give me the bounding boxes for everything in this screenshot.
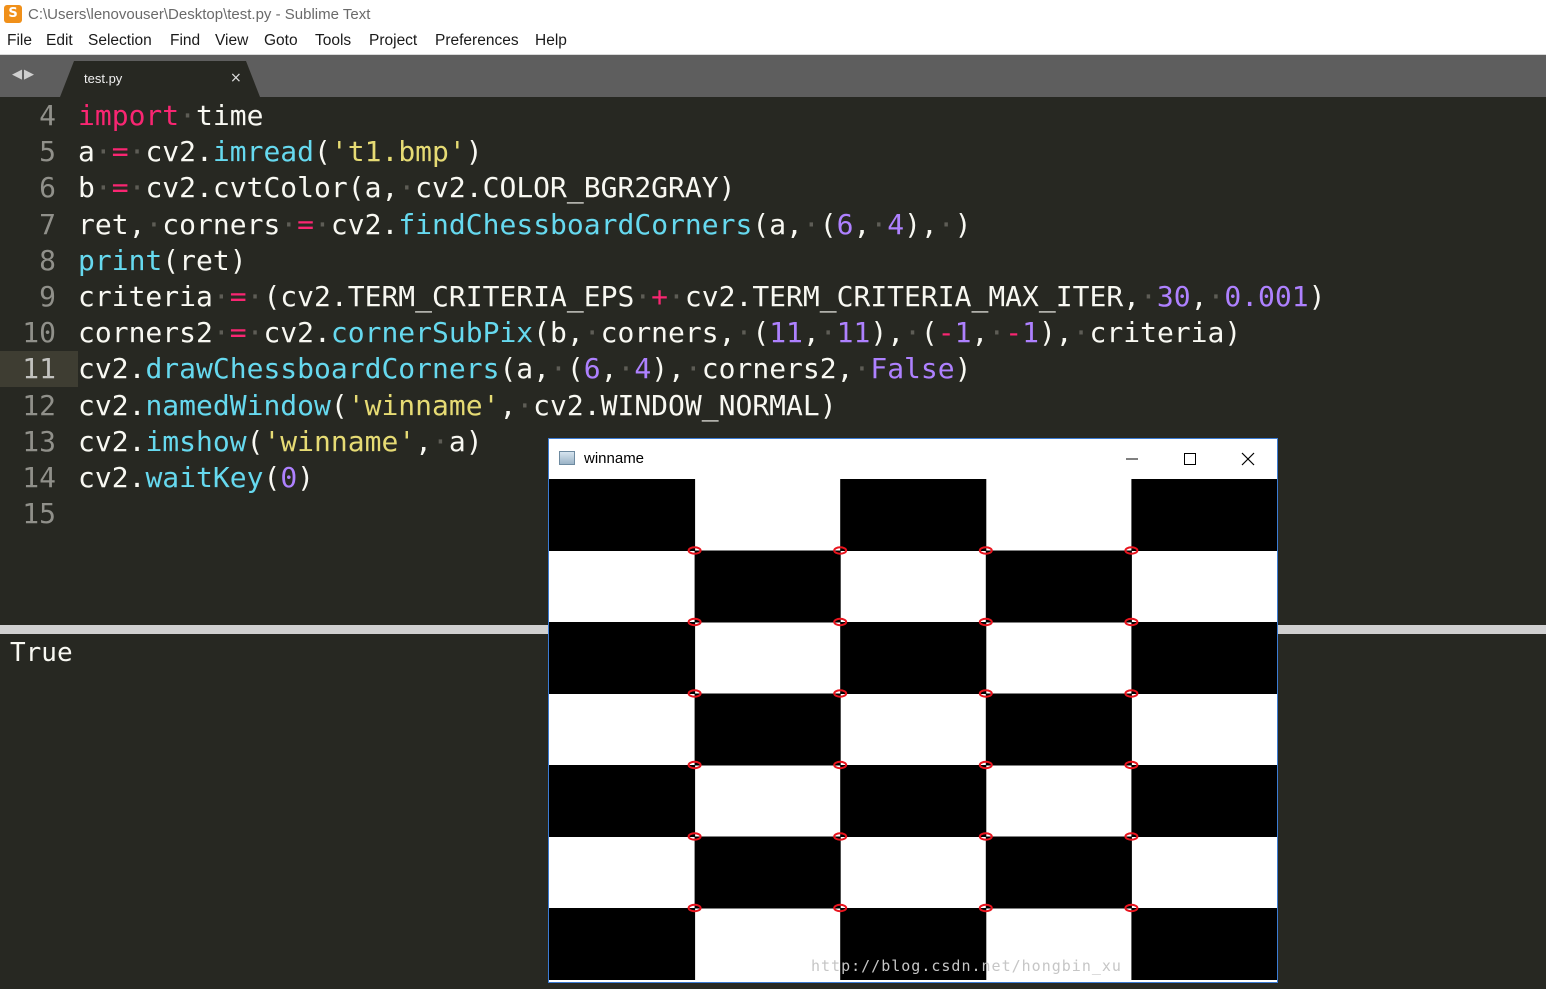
menu-preferences[interactable]: Preferences	[435, 32, 519, 50]
board-square	[1131, 622, 1277, 694]
line-number: 6	[39, 171, 56, 205]
menu-find[interactable]: Find	[170, 32, 200, 50]
menu-edit[interactable]: Edit	[46, 32, 73, 50]
line-number: 10	[22, 316, 56, 350]
line-number: 8	[39, 243, 56, 277]
code-line[interactable]: corners2·=·cv2.cornerSubPix(b,·corners,·…	[78, 315, 1546, 351]
maximize-icon	[1184, 453, 1196, 465]
menu-project[interactable]: Project	[369, 32, 417, 50]
menu-tools[interactable]: Tools	[315, 32, 351, 50]
line-number: 4	[39, 99, 56, 132]
tab-test-py[interactable]: test.py ×	[60, 61, 260, 97]
code-line[interactable]: ret,·corners·=·cv2.findChessboardCorners…	[78, 207, 1546, 243]
tab-close-icon[interactable]: ×	[230, 70, 242, 86]
tab-nav-arrows-icon[interactable]: ◀▶	[12, 67, 36, 82]
board-square	[1131, 479, 1277, 551]
tab-label: test.py	[84, 71, 123, 86]
code-line[interactable]: criteria·=·(cv2.TERM_CRITERIA_EPS·+·cv2.…	[78, 279, 1546, 315]
chessboard-canvas	[549, 479, 1277, 980]
board-square	[694, 693, 841, 766]
board-square	[549, 479, 696, 551]
board-square	[840, 479, 987, 551]
opencv-window[interactable]: winname http://blog.csdn.net/hongbin_xu	[548, 438, 1278, 983]
line-number: 15	[22, 497, 56, 531]
menu-goto[interactable]: Goto	[264, 32, 298, 50]
board-square	[840, 622, 987, 694]
board-square	[694, 836, 841, 909]
line-number: 13	[22, 424, 56, 458]
output-text: True	[10, 638, 73, 668]
window-title: C:\Users\lenovouser\Desktop\test.py - Su…	[28, 6, 371, 23]
line-number: 11	[22, 352, 56, 386]
window-title-bar[interactable]: winname	[549, 439, 1277, 479]
window-title-text: winname	[584, 450, 645, 467]
line-number: 9	[39, 280, 56, 313]
minimize-icon	[1126, 458, 1138, 460]
watermark-text: http://blog.csdn.net/hongbin_xu	[811, 957, 1122, 975]
board-square	[549, 765, 696, 837]
window-app-icon	[559, 451, 575, 465]
line-number: 12	[22, 388, 56, 422]
line-number: 5	[39, 135, 56, 169]
code-line[interactable]: cv2.drawChessboardCorners(a,·(6,·4),·cor…	[78, 351, 1546, 387]
board-square	[985, 693, 1132, 766]
board-square	[549, 908, 696, 980]
menu-bar: File Edit Selection Find View Goto Tools…	[0, 30, 1546, 55]
chessboard-image: http://blog.csdn.net/hongbin_xu	[549, 479, 1277, 982]
menu-view[interactable]: View	[215, 32, 248, 50]
code-line[interactable]: cv2.namedWindow('winname',·cv2.WINDOW_NO…	[78, 388, 1546, 424]
board-square	[549, 622, 696, 694]
board-square	[840, 765, 987, 837]
board-square	[1131, 908, 1277, 980]
board-square	[1131, 765, 1277, 837]
close-button[interactable]	[1220, 439, 1276, 479]
menu-selection[interactable]: Selection	[88, 32, 152, 50]
code-line[interactable]: print(ret)	[78, 243, 1546, 279]
maximize-button[interactable]	[1162, 439, 1218, 479]
menu-help[interactable]: Help	[535, 32, 567, 50]
line-number: 7	[39, 207, 56, 241]
board-square	[985, 836, 1132, 909]
board-square	[694, 550, 841, 623]
code-line[interactable]: b·=·cv2.cvtColor(a,·cv2.COLOR_BGR2GRAY)	[78, 170, 1546, 206]
tab-bar: ◀▶ test.py ×	[0, 55, 1546, 97]
code-line[interactable]: import·time	[78, 98, 1546, 134]
menu-file[interactable]: File	[7, 32, 32, 50]
minimize-button[interactable]	[1104, 439, 1160, 479]
board-square	[985, 550, 1132, 623]
title-bar: S C:\Users\lenovouser\Desktop\test.py - …	[0, 0, 1546, 30]
close-icon	[1241, 452, 1255, 466]
sublime-text-icon: S	[4, 5, 22, 23]
code-line[interactable]: a·=·cv2.imread('t1.bmp')	[78, 134, 1546, 170]
line-number: 14	[22, 461, 56, 494]
